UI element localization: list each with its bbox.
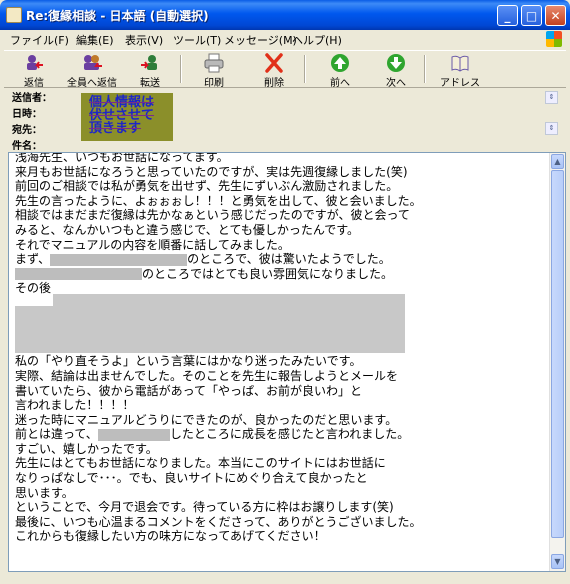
maximize-button[interactable]: □ — [521, 5, 542, 26]
body-line: 私の「やり直そうよ」という言葉にはかなり迷ったみたいです。 — [15, 354, 362, 369]
address-book-icon — [451, 55, 469, 72]
printer-icon — [204, 53, 224, 73]
scroll-down-icon[interactable]: ▼ — [551, 554, 564, 569]
menu-tools[interactable]: ツール(T) — [173, 32, 221, 48]
mail-icon — [6, 7, 22, 23]
menu-bar: ファイル(F) 編集(E) 表示(V) ツール(T) メッセージ(M) ヘルプ(… — [4, 30, 566, 48]
body-line: 書いていたら、彼から電話があって「やっぱ、お前が良いわ」と — [15, 383, 363, 398]
body-line: まず、 のところで、彼は驚いたようでした。 — [15, 252, 391, 267]
next-button[interactable]: 次へ — [374, 51, 418, 89]
forward-button[interactable]: 転送 — [128, 51, 172, 89]
body-line: 前回のご相談では私が勇気を出せず、先生にずいぶん激励されました。 — [15, 179, 399, 194]
body-line: これからも復縁したい方の味方になってあげてください！ — [15, 529, 326, 544]
toolbar-separator — [424, 55, 426, 83]
redaction-block — [50, 253, 188, 266]
forward-icon — [141, 55, 157, 70]
window-title: Re:復縁相談 - 日本語 (自動選択) — [26, 9, 209, 23]
menu-help[interactable]: ヘルプ(H) — [292, 32, 342, 48]
body-line: それでマニュアルの内容を順番に話してみました。 — [15, 237, 290, 252]
reply-all-icon — [84, 55, 102, 70]
subject-label: 件名： — [12, 141, 42, 152]
delete-button[interactable]: 削除 — [252, 51, 296, 89]
menu-message[interactable]: メッセージ(M) — [224, 32, 297, 48]
date-label: 日時： — [12, 109, 42, 120]
message-body[interactable]: 浅海先生、いつもお世話になってます。 来月もお世話になろうと思っていたのですが、… — [8, 152, 566, 572]
body-line: 浅海先生、いつもお世話になってます。 — [15, 152, 229, 164]
body-line: 迷った時にマニュアルどうりにできたのが、良かったのだと思います。 — [15, 412, 398, 427]
close-button[interactable]: ✕ — [545, 5, 566, 26]
toolbar-separator — [304, 55, 306, 83]
reply-all-button[interactable]: 全員へ返信 — [60, 51, 124, 89]
redaction-block — [15, 268, 142, 281]
previous-button[interactable]: 前へ — [318, 51, 362, 89]
body-line: 言われました！！！！ — [15, 398, 135, 413]
message-header: 送信者： 日時： 宛先： 件名： 個人情報は 伏せさせて 頂きます ⇕ ⇕ — [4, 87, 566, 152]
menu-edit[interactable]: 編集(E) — [76, 32, 114, 48]
body-line: 来月もお世話になろうと思っていたのですが、実は先週復縁しました(笑) — [15, 164, 408, 179]
reply-button[interactable]: 返信 — [12, 51, 56, 89]
message-window: Re:復縁相談 - 日本語 (自動選択) _ □ ✕ ファイル(F) 編集(E)… — [0, 0, 570, 584]
minimize-button[interactable]: _ — [497, 5, 518, 26]
address-book-button[interactable]: アドレス — [434, 51, 486, 89]
body-line: 相談ではまだまだ復縁は先かなぁという感じだったのですが、彼と会って — [15, 208, 410, 223]
privacy-stamp: 個人情報は 伏せさせて 頂きます — [81, 93, 173, 141]
down-arrow-icon — [387, 54, 405, 72]
body-line: 先生の言ったように、よぉぉぉし！！！と勇気を出して、彼と会いました。 — [15, 193, 422, 208]
redaction-block — [97, 428, 170, 441]
menu-view[interactable]: 表示(V) — [125, 32, 163, 48]
title-bar[interactable]: Re:復縁相談 - 日本語 (自動選択) _ □ ✕ — [0, 0, 570, 30]
body-line: 先生にはとてもお世話になりました。本当にこのサイトにはお世話に — [15, 456, 386, 471]
message-text: 浅海先生、いつもお世話になってます。 来月もお世話になろうと思っていたのですが、… — [15, 152, 545, 544]
up-arrow-icon — [331, 54, 349, 72]
reply-icon — [27, 55, 43, 70]
body-line: のところではとても良い雰囲気になりました。 — [15, 267, 545, 282]
scroll-up-icon[interactable]: ▲ — [551, 154, 564, 169]
windows-logo-icon — [546, 31, 562, 47]
menu-file[interactable]: ファイル(F) — [10, 32, 69, 48]
body-line: 思います。 — [15, 485, 74, 500]
body-line: 前とは違って、 したところに成長を感じたと言われました。 — [15, 427, 410, 442]
body-line: みると、なんかいつもと違う感じで、とても優しかったんです。 — [15, 222, 360, 237]
body-line: なりっぱなしで･･･。でも、良いサイトにめぐり合えて良かったと — [15, 471, 368, 486]
to-label: 宛先： — [12, 125, 42, 136]
redaction-block — [15, 306, 405, 353]
from-label: 送信者： — [12, 93, 52, 104]
body-line: すごい、嬉しかったです。 — [15, 441, 158, 456]
status-bar — [4, 572, 566, 582]
to-expand-icon[interactable]: ⇕ — [545, 122, 558, 135]
toolbar-separator — [180, 55, 182, 83]
body-line: 最後に、いつも心温まるコメントをくださって、ありがとうございました。 — [15, 514, 422, 529]
toolbar: 返信 全員へ返信 転送 印刷 削除 前へ 次へ アドレス — [4, 50, 566, 89]
scroll-thumb[interactable] — [551, 170, 564, 538]
from-expand-icon[interactable]: ⇕ — [545, 91, 558, 104]
body-line: 実際、結論は出ませんでした。そのことを先生に報告しようとメールを — [15, 368, 399, 383]
body-line: ということで、今月で退会です。待っている方に枠はお譲りします(笑) — [15, 500, 394, 515]
print-button[interactable]: 印刷 — [192, 51, 236, 89]
vertical-scrollbar[interactable]: ▲ ▼ — [549, 153, 565, 571]
delete-x-icon — [265, 53, 283, 73]
